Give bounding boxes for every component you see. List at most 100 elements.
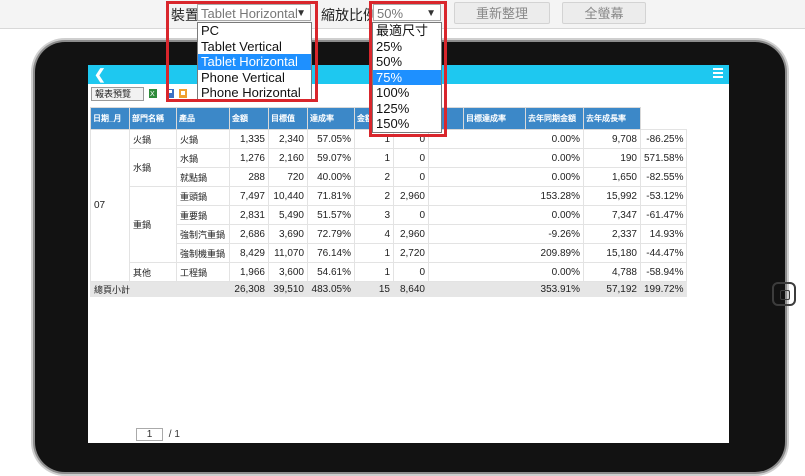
table-row: 強制機重鍋 8,429 11,070 76.14% 1 2,720 209.89% 15,18…	[91, 243, 688, 263]
target-cell: 10,440	[268, 186, 308, 206]
rate-cell: 59.07%	[307, 148, 355, 168]
total-last-cell: 57,192	[583, 281, 641, 297]
device-option[interactable]: PC	[198, 23, 311, 39]
product-cell: 強制機重鍋	[176, 243, 230, 263]
fullscreen-button[interactable]: 全螢幕	[562, 2, 646, 24]
amount-cell: 1,966	[229, 262, 269, 282]
zoom-option[interactable]: 100%	[373, 85, 441, 101]
target-cell: 720	[268, 167, 308, 187]
last-year-cell: 15,992	[583, 186, 641, 206]
target-cell: 2,160	[268, 148, 308, 168]
achievement-rate-cell: 209.89%	[428, 243, 584, 263]
zoom-label: 縮放比例	[321, 7, 377, 23]
amount-cell: 7,497	[229, 186, 269, 206]
product-cell: 水鍋	[176, 148, 230, 168]
rate-cell: 71.81%	[307, 186, 355, 206]
device-option[interactable]: Phone Vertical	[198, 70, 311, 86]
column-header: 去年成長率	[583, 107, 641, 130]
last-year-cell: 2,337	[583, 224, 641, 244]
amount-cell: 8,429	[229, 243, 269, 263]
rate-cell: 40.00%	[307, 167, 355, 187]
column-header: 目標達成率	[463, 107, 526, 130]
page-number-input[interactable]: 1	[136, 428, 163, 441]
total-amount-cell: 26,308	[229, 281, 269, 297]
column-header: 去年同期金額	[525, 107, 584, 130]
column-header: 部門名稱	[129, 107, 177, 130]
table-row: 水鍋 水鍋 1,276 2,160 59.07% 1 0 0.00% 190 571.58%	[91, 148, 688, 187]
zoom-option[interactable]: 50%	[373, 54, 441, 70]
achievement-rate-cell: 0.00%	[428, 148, 584, 168]
last-year-cell: 1,650	[583, 167, 641, 187]
amount2-cell: 1	[354, 243, 394, 263]
target-cell: 11,070	[268, 243, 308, 263]
table-row: 就點鍋 288 720 40.00% 2 0 0.00% 1,650 -82.55%	[91, 167, 688, 187]
last-year-cell: 9,708	[583, 129, 641, 149]
total-a-cell: 15	[354, 281, 394, 297]
menu-icon[interactable]	[713, 68, 723, 80]
device-option[interactable]: Tablet Vertical	[198, 39, 311, 55]
zoom-option[interactable]: 最適尺寸	[373, 23, 441, 39]
zoom-option[interactable]: 150%	[373, 116, 441, 132]
device-option[interactable]: Tablet Horizontal	[198, 54, 311, 70]
amount-cell: 2,831	[229, 205, 269, 225]
amount2-cell: 1	[354, 262, 394, 282]
target-cell: 2,340	[268, 129, 308, 149]
rate-cell: 76.14%	[307, 243, 355, 263]
print-icon[interactable]	[179, 89, 187, 98]
device-label: 裝置	[171, 7, 199, 23]
product-cell: 工程鍋	[176, 262, 230, 282]
zoom-option[interactable]: 25%	[373, 39, 441, 55]
amount-cell: 1,276	[229, 148, 269, 168]
regroup-button[interactable]: 重新整理	[454, 2, 550, 24]
dept-cell: 其他	[129, 262, 177, 282]
save-icon[interactable]	[166, 89, 174, 98]
column-header: 金額	[229, 107, 269, 130]
achievement-rate-cell: 0.00%	[428, 262, 584, 282]
device-option[interactable]: Phone Horizontal	[198, 85, 311, 101]
zoom-option[interactable]: 75%	[373, 69, 441, 85]
table-row: 其他 工程鍋 1,966 3,600 54.61% 1 0 0.00% 4,788 -58.94%	[91, 262, 688, 282]
target2-cell: 2,720	[393, 243, 429, 263]
excel-icon[interactable]: X	[149, 89, 157, 98]
report-preview-button[interactable]: 報表預覽	[91, 87, 144, 101]
zoom-option[interactable]: 125%	[373, 101, 441, 117]
chevron-down-icon: ▼	[296, 8, 306, 19]
back-icon[interactable]: ❮	[94, 66, 106, 83]
table-row: 強制汽重鍋 2,686 3,690 72.79% 4 2,960 -9.26% 2,337 14…	[91, 224, 688, 244]
target2-cell: 2,960	[393, 224, 429, 244]
svg-text:X: X	[150, 91, 155, 98]
amount-cell: 288	[229, 167, 269, 187]
amount2-cell: 2	[354, 186, 394, 206]
achievement-rate-cell: 0.00%	[428, 205, 584, 225]
target-cell: 3,690	[268, 224, 308, 244]
product-cell: 重要鍋	[176, 205, 230, 225]
growth-cell: -53.12%	[639, 186, 688, 206]
column-header: 產品	[176, 107, 230, 130]
home-button[interactable]	[772, 282, 796, 306]
amount-cell: 1,335	[229, 129, 269, 149]
product-cell: 火鍋	[176, 129, 230, 149]
month-cell: 07	[90, 129, 130, 282]
preview-button-label: 報表預覽	[95, 89, 132, 99]
product-cell: 重頭鍋	[176, 186, 230, 206]
rate-cell: 54.61%	[307, 262, 355, 282]
table-row: 重要鍋 2,831 5,490 51.57% 3 0 0.00% 7,347 -61.47%	[91, 205, 688, 225]
last-year-cell: 4,788	[583, 262, 641, 282]
chevron-down-icon: ▼	[426, 8, 436, 19]
amount2-cell: 3	[354, 205, 394, 225]
rate-cell: 72.79%	[307, 224, 355, 244]
amount-cell: 2,686	[229, 224, 269, 244]
growth-cell: -82.55%	[639, 167, 688, 187]
last-year-cell: 7,347	[583, 205, 641, 225]
growth-cell: -58.94%	[639, 262, 688, 282]
page-total: / 1	[168, 429, 180, 440]
rate-cell: 57.05%	[307, 129, 355, 149]
last-year-cell: 190	[583, 148, 641, 168]
dept-cell: 火鍋	[129, 129, 177, 149]
device-select[interactable]: Tablet Horizontal ▼	[197, 4, 311, 21]
zoom-select[interactable]: 50% ▼	[373, 4, 441, 21]
target2-cell: 0	[393, 262, 429, 282]
target-cell: 3,600	[268, 262, 308, 282]
amount2-cell: 2	[354, 167, 394, 187]
total-growth-cell: 199.72%	[639, 281, 688, 297]
